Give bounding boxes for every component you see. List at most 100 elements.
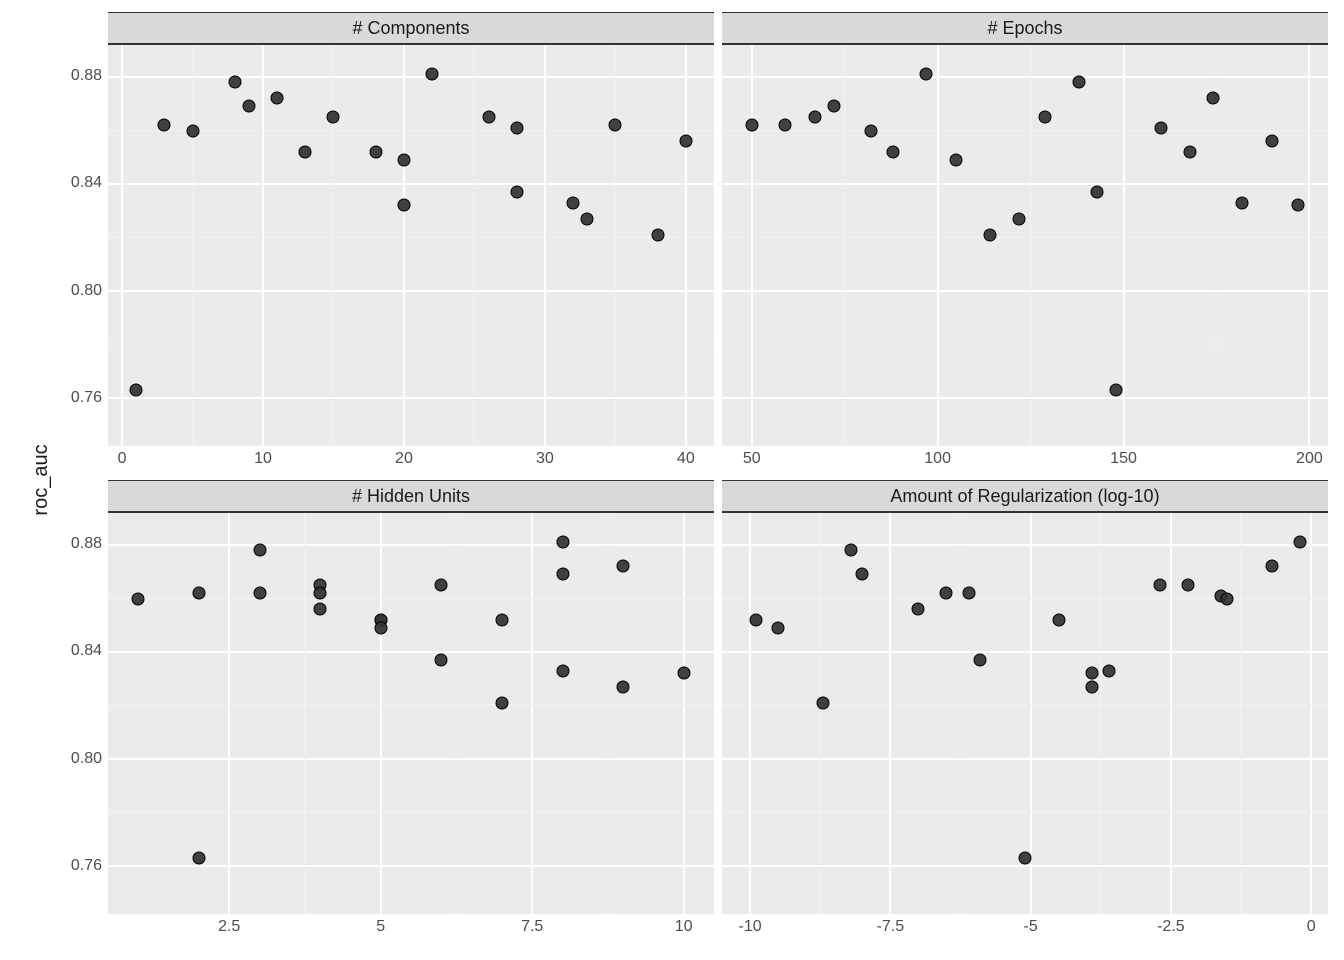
- data-point: [920, 68, 933, 81]
- data-point: [158, 119, 171, 132]
- data-point: [827, 100, 840, 113]
- data-point: [772, 621, 785, 634]
- data-point: [228, 76, 241, 89]
- x-tick-label: 30: [536, 450, 554, 468]
- data-point: [779, 119, 792, 132]
- data-point: [192, 587, 205, 600]
- data-point: [609, 119, 622, 132]
- y-tick-label: 0.84: [71, 642, 102, 660]
- data-point: [426, 68, 439, 81]
- data-point: [369, 145, 382, 158]
- data-point: [253, 544, 266, 557]
- data-point: [510, 186, 523, 199]
- x-axis: 0 10 20 30 40: [108, 446, 714, 474]
- data-point: [856, 568, 869, 581]
- data-point: [495, 613, 508, 626]
- x-tick-label: 10: [675, 918, 693, 936]
- data-point: [1086, 667, 1099, 680]
- data-point: [617, 560, 630, 573]
- data-point: [983, 228, 996, 241]
- y-tick-label: 0.80: [71, 282, 102, 300]
- data-point: [132, 592, 145, 605]
- x-tick-label: 150: [1110, 450, 1137, 468]
- x-axis: 2.5 5 7.5 10: [108, 914, 714, 942]
- x-tick-label: 0: [1307, 918, 1316, 936]
- panel-epochs: # Epochs: [722, 12, 1328, 446]
- data-point: [556, 664, 569, 677]
- x-tick-label: -7.5: [877, 918, 905, 936]
- y-axis-top: 0.760.800.840.88: [48, 12, 108, 446]
- figure: roc_auc 0.760.800.840.88 # Components # …: [0, 0, 1344, 960]
- data-point: [845, 544, 858, 557]
- data-point: [1206, 92, 1219, 105]
- data-point: [1091, 186, 1104, 199]
- y-tick-label: 0.88: [71, 535, 102, 553]
- x-tick-label: -5: [1023, 918, 1037, 936]
- panel-hidden-units: # Hidden Units: [108, 480, 714, 914]
- x-axis: -10 -7.5 -5 -2.5 0: [722, 914, 1328, 942]
- data-point: [1013, 212, 1026, 225]
- y-tick-label: 0.88: [71, 67, 102, 85]
- data-point: [271, 92, 284, 105]
- strip-label: # Hidden Units: [108, 480, 714, 513]
- data-point: [864, 124, 877, 137]
- data-point: [556, 568, 569, 581]
- data-point: [186, 124, 199, 137]
- data-point: [314, 587, 327, 600]
- data-point: [962, 587, 975, 600]
- data-point: [495, 696, 508, 709]
- data-point: [1293, 536, 1306, 549]
- data-point: [397, 153, 410, 166]
- plot-area: [108, 513, 714, 914]
- plot-area: [722, 45, 1328, 446]
- y-tick-label: 0.80: [71, 750, 102, 768]
- data-point: [679, 135, 692, 148]
- data-point: [617, 680, 630, 693]
- data-point: [887, 145, 900, 158]
- x-tick-label: 200: [1296, 450, 1323, 468]
- data-point: [1266, 135, 1279, 148]
- facet-grid: 0.76 0.80 0.84 0.88 # Components # Epochs 0…: [48, 12, 1328, 942]
- data-point: [745, 119, 758, 132]
- data-point: [327, 111, 340, 124]
- x-tick-label: -10: [738, 918, 761, 936]
- x-tick-label: 20: [395, 450, 413, 468]
- strip-label: Amount of Regularization (log-10): [722, 480, 1328, 513]
- data-point: [1184, 145, 1197, 158]
- y-tick-label: 0.76: [71, 857, 102, 875]
- data-point: [567, 196, 580, 209]
- x-tick-label: 40: [677, 450, 695, 468]
- plot-area: [108, 45, 714, 446]
- data-point: [299, 145, 312, 158]
- panel-components: # Components: [108, 12, 714, 446]
- plot-area: [722, 513, 1328, 914]
- x-tick-label: 2.5: [218, 918, 240, 936]
- data-point: [1236, 196, 1249, 209]
- data-point: [912, 603, 925, 616]
- data-point: [1153, 579, 1166, 592]
- x-tick-label: 0: [118, 450, 127, 468]
- x-tick-label: -2.5: [1157, 918, 1185, 936]
- data-point: [397, 199, 410, 212]
- data-point: [817, 696, 830, 709]
- data-point: [940, 587, 953, 600]
- x-tick-label: 7.5: [521, 918, 543, 936]
- data-point: [1086, 680, 1099, 693]
- strip-label: # Components: [108, 12, 714, 45]
- data-point: [950, 153, 963, 166]
- data-point: [253, 587, 266, 600]
- data-point: [1265, 560, 1278, 573]
- data-point: [242, 100, 255, 113]
- data-point: [1039, 111, 1052, 124]
- x-tick-label: 5: [376, 918, 385, 936]
- data-point: [808, 111, 821, 124]
- x-tick-label: 10: [254, 450, 272, 468]
- data-point: [482, 111, 495, 124]
- x-tick-label: 50: [743, 450, 761, 468]
- data-point: [1221, 592, 1234, 605]
- y-tick-label: 0.76: [71, 389, 102, 407]
- data-point: [1052, 613, 1065, 626]
- data-point: [556, 536, 569, 549]
- strip-label: # Epochs: [722, 12, 1328, 45]
- data-point: [1072, 76, 1085, 89]
